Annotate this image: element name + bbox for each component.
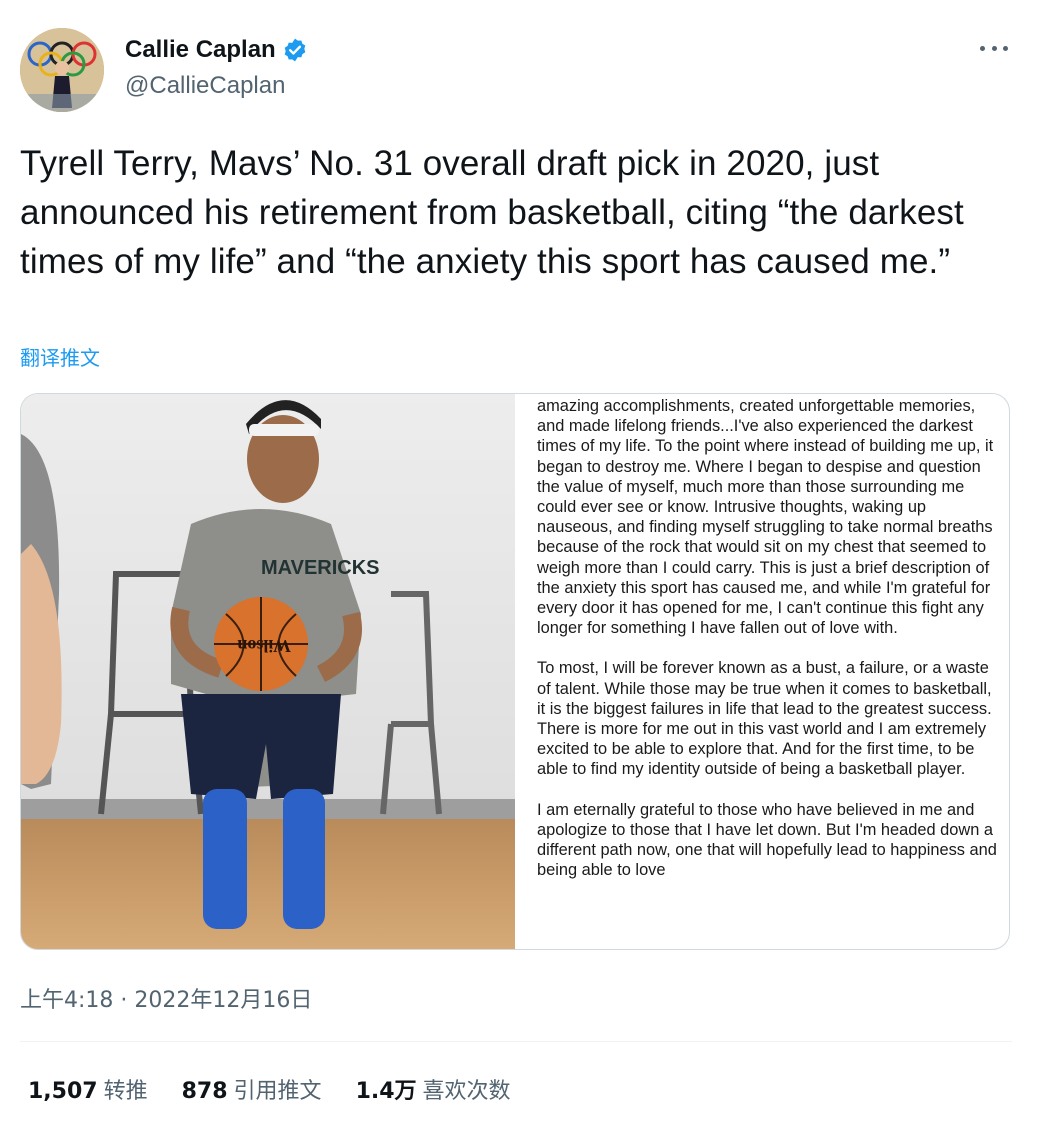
statement-paragraph-1: amazing accomplishments, created unforge…	[537, 397, 994, 638]
translate-tweet-link[interactable]: 翻译推文	[20, 342, 100, 371]
author-name[interactable]: Callie Caplan	[125, 36, 276, 64]
retirement-statement: amazing accomplishments, created unforge…	[537, 394, 997, 949]
author-handle[interactable]: @CallieCaplan	[125, 72, 285, 100]
statement-paragraph-2: To most, I will be forever known as a bu…	[537, 659, 992, 779]
quote-tweets-stat[interactable]: 878 引用推文	[182, 1073, 322, 1105]
jersey-text: MAVERICKS	[261, 557, 380, 579]
likes-count: 1.4万	[355, 1079, 417, 1104]
tweet-text: Tyrell Terry, Mavs’ No. 31 overall draft…	[20, 144, 964, 281]
more-options-icon[interactable]	[980, 38, 1008, 58]
verified-badge-icon	[282, 37, 308, 63]
likes-stat[interactable]: 1.4万 喜欢次数	[356, 1073, 511, 1105]
ball-brand-text: Wilson	[237, 636, 291, 656]
tweet-timestamp[interactable]: 上午4:18 · 2022年12月16日	[20, 982, 312, 1014]
tweet-stats: 1,507 转推 878 引用推文 1.4万 喜欢次数	[28, 1073, 545, 1105]
tweet-media[interactable]: MAVERICKS Wilson amazing accomplishments…	[20, 393, 1010, 950]
likes-label: 喜欢次数	[422, 1079, 511, 1104]
divider	[20, 1041, 1012, 1042]
basketball-player-photo-icon[interactable]: MAVERICKS Wilson	[21, 394, 515, 949]
retweets-stat[interactable]: 1,507 转推	[28, 1073, 148, 1105]
quote-tweets-label: 引用推文	[233, 1079, 322, 1104]
retweets-label: 转推	[103, 1079, 148, 1104]
statement-paragraph-3: I am eternally grateful to those who hav…	[537, 800, 997, 880]
avatar[interactable]	[20, 28, 104, 112]
quote-tweets-count: 878	[181, 1079, 228, 1104]
retweets-count: 1,507	[28, 1079, 98, 1104]
